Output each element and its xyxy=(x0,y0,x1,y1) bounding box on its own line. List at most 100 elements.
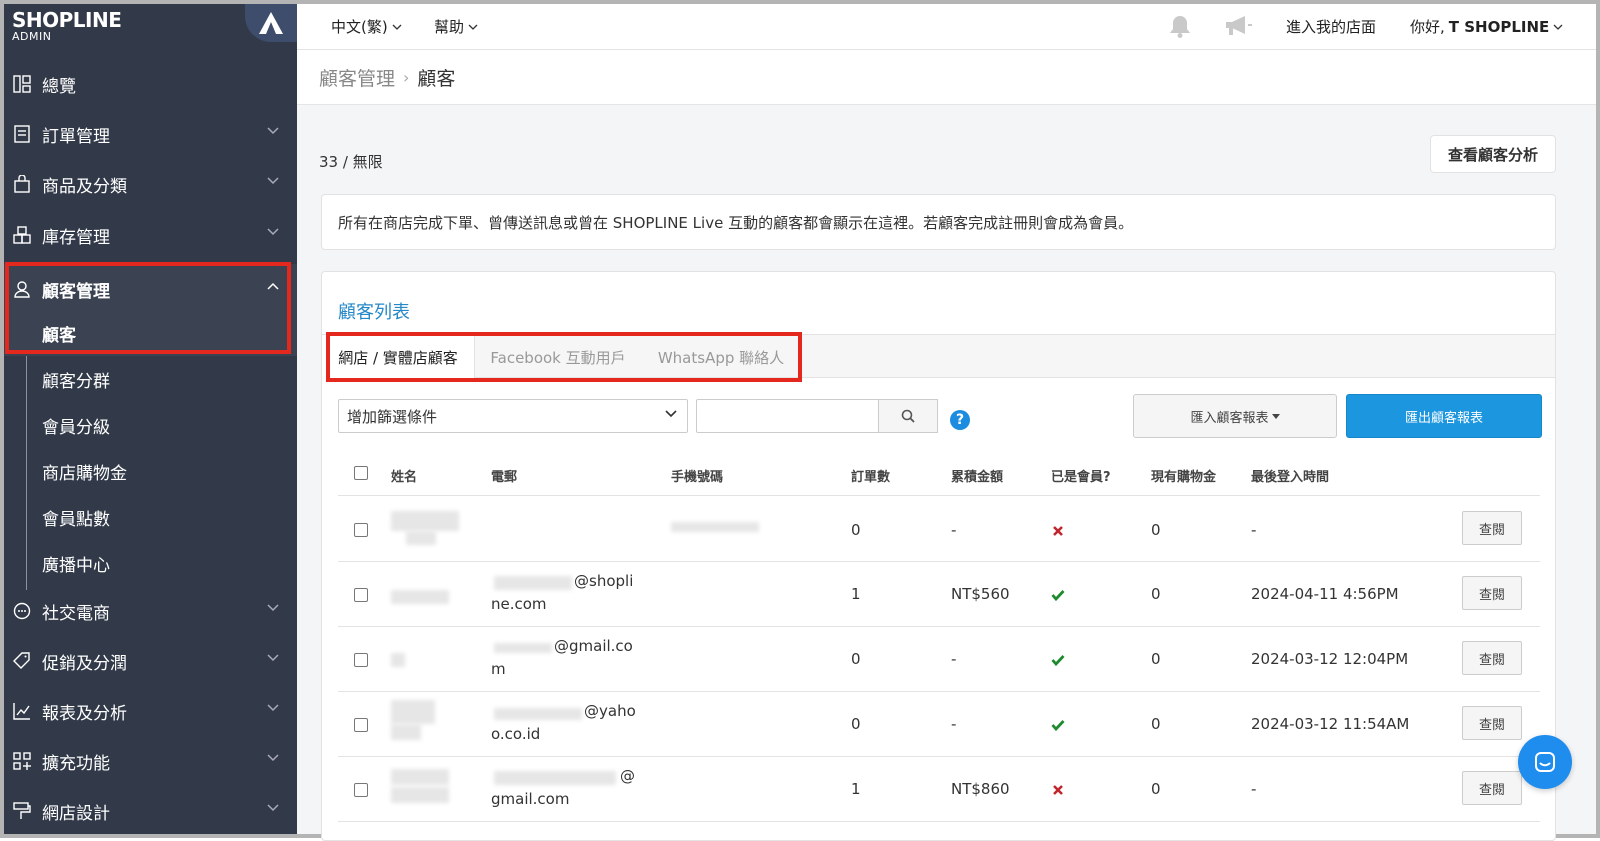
email-cell: @gmail.co xyxy=(554,637,633,655)
column-amount[interactable]: 累積金額 xyxy=(951,466,1003,485)
sidebar-item-store-design[interactable]: 網店設計 xyxy=(4,786,297,834)
last-login-cell: 2024-03-12 12:04PM xyxy=(1251,650,1409,668)
sidebar-item-apps[interactable]: 擴充功能 xyxy=(4,736,297,786)
sidebar-item-overview[interactable]: 總覽 xyxy=(4,59,297,109)
orders-cell: 1 xyxy=(851,585,861,603)
bell-icon[interactable] xyxy=(1167,13,1193,39)
help-label: 幫助 xyxy=(434,18,465,36)
select-all-checkbox[interactable] xyxy=(354,466,368,480)
import-report-button[interactable]: 匯入顧客報表 xyxy=(1133,394,1337,438)
sidebar-item-label: 商品及分類 xyxy=(42,176,127,197)
view-button[interactable]: 查閱 xyxy=(1462,706,1522,740)
column-name[interactable]: 姓名 xyxy=(391,466,417,485)
chevron-down-icon xyxy=(267,177,279,185)
search-icon xyxy=(901,409,915,423)
customer-list-card: 顧客列表 網店 / 實體店顧客 Facebook 互動用戶 WhatsApp 聯… xyxy=(321,271,1556,841)
table-row: 0 - 0 - 查閱 xyxy=(338,497,1540,562)
redacted-name xyxy=(391,653,405,667)
sidebar-item-orders[interactable]: 訂單管理 xyxy=(4,109,297,159)
sidebar-item-products[interactable]: 商品及分類 xyxy=(4,159,297,209)
sidebar-item-social-commerce[interactable]: 社交電商 xyxy=(4,586,297,636)
subitem-label: 廣播中心 xyxy=(42,555,110,576)
column-credit[interactable]: 現有購物金 xyxy=(1151,466,1216,485)
breadcrumb-parent[interactable]: 顧客管理 xyxy=(319,64,395,91)
card-title: 顧客列表 xyxy=(338,302,410,323)
table-row: @ gmail.com 1 NT$860 0 - 查閱 xyxy=(338,757,1540,822)
sidebar-item-label: 庫存管理 xyxy=(42,227,110,248)
chat-launcher-button[interactable] xyxy=(1518,735,1572,789)
sidebar-item-reports[interactable]: 報表及分析 xyxy=(4,686,297,736)
view-button[interactable]: 查閱 xyxy=(1462,771,1522,805)
help-dropdown[interactable]: 幫助 xyxy=(434,16,478,37)
sidebar-subitem-membership-tiers[interactable]: 會員分級 xyxy=(4,402,297,448)
search-input[interactable] xyxy=(696,399,878,433)
sidebar: SHOPLINE ADMIN 總覽 訂單管理 商品及分類 庫存管理 顧客管理 顧… xyxy=(4,4,297,834)
topbar: 中文(繁) 幫助 進入我的店面 你好, T SHOPLINE xyxy=(297,4,1596,50)
column-phone[interactable]: 手機號碼 xyxy=(671,466,723,485)
table-row: @shopli ne.com 1 NT$560 0 2024-04-11 4:5… xyxy=(338,562,1540,627)
column-orders[interactable]: 訂單數 xyxy=(851,466,890,485)
last-login-cell: 2024-03-12 11:54AM xyxy=(1251,715,1410,733)
row-checkbox[interactable] xyxy=(354,653,368,667)
main-content: 顧客管理 › 顧客 33 / 無限 查看顧客分析 所有在商店完成下單、曾傳送訊息… xyxy=(297,51,1596,841)
chevron-down-icon xyxy=(267,804,279,812)
column-member[interactable]: 已是會員? xyxy=(1051,466,1111,485)
customer-count: 33 / 無限 xyxy=(319,153,383,171)
credit-cell: 0 xyxy=(1151,650,1161,668)
redacted-name xyxy=(391,769,449,785)
export-report-button[interactable]: 匯出顧客報表 xyxy=(1346,394,1542,438)
column-email[interactable]: 電郵 xyxy=(491,466,517,485)
search-button[interactable] xyxy=(878,399,938,433)
inventory-icon xyxy=(12,225,32,245)
chevron-down-icon xyxy=(267,704,279,712)
caret-down-icon xyxy=(1271,413,1280,419)
sidebar-item-label: 擴充功能 xyxy=(42,753,110,774)
cross-icon xyxy=(1053,526,1063,536)
view-analytics-button[interactable]: 查看顧客分析 xyxy=(1430,135,1556,173)
app-badge[interactable] xyxy=(245,4,297,42)
redacted-email xyxy=(494,708,582,720)
filter-select[interactable]: 增加篩選條件 xyxy=(338,399,688,433)
amount-cell: - xyxy=(951,521,957,539)
chevron-down-icon xyxy=(665,410,677,418)
column-last-login[interactable]: 最後登入時間 xyxy=(1251,466,1329,485)
credit-cell: 0 xyxy=(1151,715,1161,733)
view-button[interactable]: 查閱 xyxy=(1462,511,1522,545)
chat-icon xyxy=(12,601,32,621)
view-button[interactable]: 查閱 xyxy=(1462,641,1522,675)
row-checkbox[interactable] xyxy=(354,523,368,537)
import-label: 匯入顧客報表 xyxy=(1190,410,1269,426)
view-button[interactable]: 查閱 xyxy=(1462,576,1522,610)
redacted-name xyxy=(406,531,436,545)
sidebar-subitem-broadcast[interactable]: 廣播中心 xyxy=(4,540,297,586)
sidebar-item-label: 網店設計 xyxy=(42,803,110,824)
orders-cell: 0 xyxy=(851,715,861,733)
row-checkbox[interactable] xyxy=(354,588,368,602)
chevron-down-icon xyxy=(1553,24,1563,30)
redacted-email xyxy=(494,771,616,785)
user-menu[interactable]: 你好, T SHOPLINE xyxy=(1410,16,1563,37)
row-checkbox[interactable] xyxy=(354,783,368,797)
sidebar-subitem-segments[interactable]: 顧客分群 xyxy=(4,356,297,402)
language-dropdown[interactable]: 中文(繁) xyxy=(331,16,402,37)
sidebar-subitem-member-points[interactable]: 會員點數 xyxy=(4,494,297,540)
info-notice: 所有在商店完成下單、曾傳送訊息或曾在 SHOPLINE Live 互動的顧客都會… xyxy=(321,194,1556,250)
sidebar-subitem-store-credit[interactable]: 商店購物金 xyxy=(4,448,297,494)
megaphone-icon[interactable] xyxy=(1223,13,1253,39)
email-cell: o.co.id xyxy=(491,725,541,743)
orders-cell: 1 xyxy=(851,780,861,798)
check-icon xyxy=(1051,590,1065,601)
sidebar-item-inventory[interactable]: 庫存管理 xyxy=(4,210,297,260)
chevron-down-icon xyxy=(267,127,279,135)
help-icon[interactable]: ? xyxy=(950,410,970,430)
row-checkbox[interactable] xyxy=(354,718,368,732)
redacted-email xyxy=(494,643,552,653)
language-label: 中文(繁) xyxy=(331,18,388,36)
logo[interactable]: SHOPLINE ADMIN xyxy=(4,4,297,54)
highlight-box-tabs xyxy=(326,332,802,382)
redacted-email xyxy=(494,576,572,590)
store-link[interactable]: 進入我的店面 xyxy=(1286,16,1376,37)
brush-icon xyxy=(12,801,32,821)
redacted-name xyxy=(391,787,449,803)
sidebar-item-promotions[interactable]: 促銷及分潤 xyxy=(4,636,297,686)
